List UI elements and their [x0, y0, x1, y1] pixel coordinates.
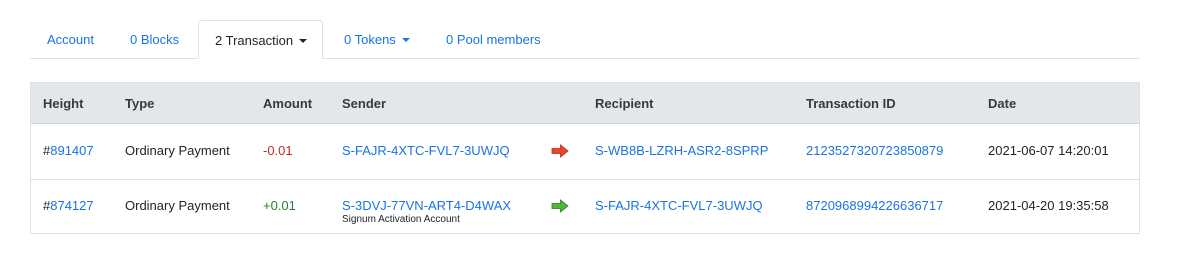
type-cell: Ordinary Payment	[125, 143, 230, 158]
header-date: Date	[988, 96, 1017, 111]
tab-blocks[interactable]: 0 Blocks	[130, 20, 179, 58]
type-cell: Ordinary Payment	[125, 198, 230, 213]
arrow-right-red-icon	[551, 144, 569, 158]
height-cell: #874127	[43, 198, 94, 213]
height-link[interactable]: 874127	[50, 198, 93, 213]
transaction-id-link[interactable]: 8720968994226636717	[806, 198, 943, 213]
sender-link[interactable]: S-FAJR-4XTC-FVL7-3UWJQ	[342, 143, 510, 158]
header-transaction-id: Transaction ID	[806, 96, 896, 111]
caret-down-icon	[401, 38, 410, 42]
height-cell: #891407	[43, 143, 94, 158]
tab-tokens[interactable]: 0 Tokens	[344, 20, 410, 58]
table-row: #874127 Ordinary Payment +0.01 S-3DVJ-77…	[31, 180, 1139, 235]
sender-link[interactable]: S-3DVJ-77VN-ART4-D4WAX	[342, 198, 511, 213]
transaction-id-link[interactable]: 2123527320723850879	[806, 143, 943, 158]
caret-down-icon	[299, 39, 308, 43]
recipient-link[interactable]: S-WB8B-LZRH-ASR2-8SPRP	[595, 143, 768, 158]
tab-transaction[interactable]: 2 Transaction	[198, 20, 324, 59]
header-height: Height	[43, 96, 84, 111]
transactions-table: Height Type Amount Sender Recipient Tran…	[30, 82, 1140, 234]
header-sender: Sender	[342, 96, 387, 111]
tab-transaction-label: 2 Transaction	[215, 33, 294, 48]
date-cell: 2021-06-07 14:20:01	[988, 143, 1109, 158]
height-link[interactable]: 891407	[50, 143, 93, 158]
header-recipient: Recipient	[595, 96, 654, 111]
table-header: Height Type Amount Sender Recipient Tran…	[31, 83, 1139, 124]
header-amount: Amount	[263, 96, 313, 111]
amount-cell: +0.01	[263, 198, 296, 213]
recipient-link[interactable]: S-FAJR-4XTC-FVL7-3UWJQ	[595, 198, 763, 213]
header-type: Type	[125, 96, 155, 111]
tab-bar: Account 0 Blocks 2 Transaction 0 Tokens …	[30, 20, 1140, 59]
tab-tokens-label: 0 Tokens	[344, 32, 396, 47]
tab-account[interactable]: Account	[47, 20, 94, 58]
tab-pool-members[interactable]: 0 Pool members	[446, 20, 541, 58]
account-details: Account 0 Blocks 2 Transaction 0 Tokens …	[30, 20, 1140, 234]
date-cell: 2021-04-20 19:35:58	[988, 198, 1109, 213]
sender-name: Signum Activation Account	[342, 214, 460, 225]
amount-cell: -0.01	[263, 143, 293, 158]
arrow-right-green-icon	[551, 199, 569, 213]
table-row: #891407 Ordinary Payment -0.01 S-FAJR-4X…	[31, 124, 1139, 180]
